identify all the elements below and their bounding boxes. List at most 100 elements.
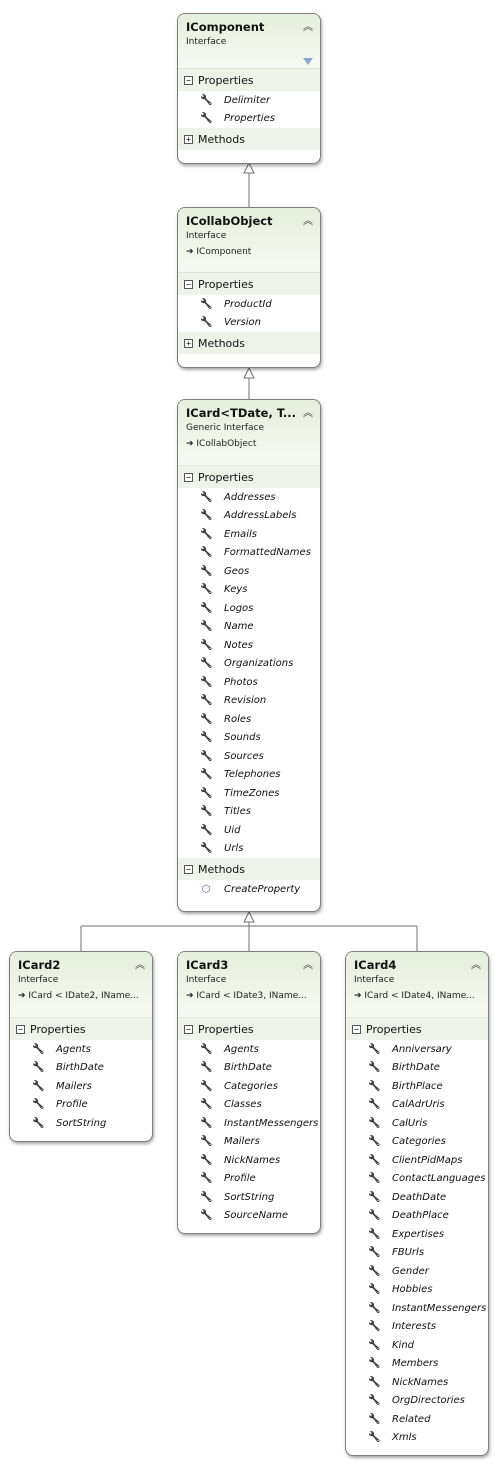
member-item[interactable]: 🔧 Addresses <box>178 488 320 507</box>
member-item[interactable]: 🔧 NickNames <box>178 1151 320 1170</box>
member-item[interactable]: 🔧 BirthDate <box>10 1059 152 1078</box>
member-item[interactable]: 🔧 BirthPlace <box>346 1077 488 1096</box>
member-item[interactable]: 🔧 Logos <box>178 599 320 618</box>
member-item[interactable]: 🔧 Members <box>346 1355 488 1374</box>
member-item[interactable]: 🔧 InstantMessengers <box>346 1299 488 1318</box>
member-item[interactable]: 🔧 TimeZones <box>178 784 320 803</box>
collapse-chevron-icon[interactable]: ︽ <box>303 212 313 227</box>
member-item[interactable]: 🔧 AddressLabels <box>178 507 320 526</box>
member-item[interactable]: 🔧 Uid <box>178 821 320 840</box>
member-item[interactable]: 🔧 Expertises <box>346 1225 488 1244</box>
member-item[interactable]: 🔧 ContactLanguages <box>346 1170 488 1189</box>
member-item[interactable]: 🔧 SourceName <box>178 1207 320 1226</box>
member-item[interactable]: 🔧 Revision <box>178 692 320 711</box>
member-item[interactable]: 🔧 Telephones <box>178 766 320 785</box>
member-name: NickNames <box>224 1154 281 1166</box>
member-item[interactable]: 🔧 Photos <box>178 673 320 692</box>
collapse-toggle-icon[interactable]: − <box>352 1024 361 1034</box>
collapse-toggle-icon[interactable]: − <box>184 279 193 289</box>
member-item[interactable]: 🔧 Urls <box>178 840 320 859</box>
section-properties[interactable]: − Properties <box>178 69 320 91</box>
member-item[interactable]: 🔧 CalUris <box>346 1114 488 1133</box>
member-item[interactable]: 🔧 Categories <box>178 1077 320 1096</box>
member-item[interactable]: 🔧 Name <box>178 618 320 637</box>
member-item[interactable]: 🔧 SortString <box>10 1114 152 1133</box>
member-item[interactable]: 🔧 SortString <box>178 1188 320 1207</box>
collapse-chevron-icon[interactable]: ︽ <box>303 956 313 971</box>
member-item[interactable]: 🔧 InstantMessengers <box>178 1114 320 1133</box>
member-item[interactable]: 🔧 Categories <box>346 1133 488 1152</box>
member-item[interactable]: 🔧 BirthDate <box>178 1059 320 1078</box>
member-item[interactable]: 🔧 Titles <box>178 803 320 822</box>
member-item[interactable]: 🔧 Version <box>178 314 320 333</box>
member-item[interactable]: 🔧 Keys <box>178 581 320 600</box>
member-item[interactable]: 🔧 Profile <box>178 1170 320 1189</box>
member-item[interactable]: 🔧 Interests <box>346 1318 488 1337</box>
box-header[interactable]: ICard4 Interface ➔ ICard < IDate4, IName..… <box>346 952 488 1018</box>
box-title: ICard<TDate, T... <box>186 406 297 420</box>
box-header[interactable]: ICard2 Interface ➔ ICard < IDate2, IName..… <box>10 952 152 1018</box>
member-name: SortString <box>56 1117 107 1129</box>
member-item[interactable]: 🔧 Anniversary <box>346 1040 488 1059</box>
collapse-toggle-icon[interactable]: − <box>184 864 193 874</box>
member-item[interactable]: 🔧 Organizations <box>178 655 320 674</box>
collapse-chevron-icon[interactable]: ︽ <box>303 18 313 33</box>
collapse-toggle-icon[interactable]: − <box>184 472 193 482</box>
member-item[interactable]: 🔧 Notes <box>178 636 320 655</box>
collapse-chevron-icon[interactable]: ︽ <box>135 956 145 971</box>
member-item[interactable]: 🔧 CalAdrUris <box>346 1096 488 1115</box>
section-properties[interactable]: − Properties <box>346 1018 488 1040</box>
member-item[interactable]: 🔧 Gender <box>346 1262 488 1281</box>
member-item[interactable]: 🔧 Mailers <box>178 1133 320 1152</box>
section-methods[interactable]: + Methods <box>178 332 320 354</box>
filter-icon[interactable] <box>303 58 313 65</box>
member-item[interactable]: 🔧 Sources <box>178 747 320 766</box>
expand-toggle-icon[interactable]: + <box>184 134 193 144</box>
member-item[interactable]: 🔧 ClientPidMaps <box>346 1151 488 1170</box>
box-header[interactable]: ICard3 Interface ➔ ICard < IDate3, IName..… <box>178 952 320 1018</box>
member-item[interactable]: 🔧 Kind <box>346 1336 488 1355</box>
wrench-icon: 🔧 <box>200 695 213 707</box>
member-item[interactable]: 🔧 Xmls <box>346 1429 488 1448</box>
wrench-icon: 🔧 <box>200 806 213 818</box>
member-item[interactable]: 🔧 Geos <box>178 562 320 581</box>
section-methods[interactable]: − Methods <box>178 858 320 880</box>
member-item[interactable]: 🔧 FBUrls <box>346 1244 488 1263</box>
section-properties[interactable]: − Properties <box>10 1018 152 1040</box>
section-properties[interactable]: − Properties <box>178 273 320 295</box>
box-header[interactable]: ICard<TDate, T... Generic Interface ➔ ICol… <box>178 400 320 466</box>
box-header[interactable]: IComponent Interface ︽ <box>178 14 320 69</box>
member-name: Logos <box>224 602 254 614</box>
member-item[interactable]: 🔧 Classes <box>178 1096 320 1115</box>
member-item[interactable]: 🔧 Related <box>346 1410 488 1429</box>
collapse-chevron-icon[interactable]: ︽ <box>303 404 313 419</box>
member-item[interactable]: 🔧 OrgDirectories <box>346 1392 488 1411</box>
member-item[interactable]: 🔧 Hobbies <box>346 1281 488 1300</box>
member-item[interactable]: 🔧 Profile <box>10 1096 152 1115</box>
member-item[interactable]: 🔧 Mailers <box>10 1077 152 1096</box>
collapse-toggle-icon[interactable]: − <box>184 75 193 85</box>
wrench-icon: 🔧 <box>200 510 213 522</box>
member-item[interactable]: 🔧 Sounds <box>178 729 320 748</box>
section-properties[interactable]: − Properties <box>178 1018 320 1040</box>
member-item[interactable]: 🔧 Delimiter <box>178 91 320 110</box>
member-item[interactable]: 🔧 DeathDate <box>346 1188 488 1207</box>
collapse-chevron-icon[interactable]: ︽ <box>471 956 481 971</box>
member-item[interactable]: 🔧 DeathPlace <box>346 1207 488 1226</box>
member-item[interactable]: ⬡ CreateProperty <box>178 880 320 899</box>
section-properties[interactable]: − Properties <box>178 466 320 488</box>
member-item[interactable]: 🔧 Agents <box>10 1040 152 1059</box>
collapse-toggle-icon[interactable]: − <box>184 1024 193 1034</box>
collapse-toggle-icon[interactable]: − <box>16 1024 25 1034</box>
member-item[interactable]: 🔧 FormattedNames <box>178 544 320 563</box>
expand-toggle-icon[interactable]: + <box>184 338 193 348</box>
member-item[interactable]: 🔧 NickNames <box>346 1373 488 1392</box>
box-header[interactable]: ICollabObject Interface ➔ IComponent ︽ <box>178 208 320 273</box>
member-item[interactable]: 🔧 BirthDate <box>346 1059 488 1078</box>
member-item[interactable]: 🔧 Properties <box>178 110 320 129</box>
member-item[interactable]: 🔧 Agents <box>178 1040 320 1059</box>
member-item[interactable]: 🔧 Roles <box>178 710 320 729</box>
member-item[interactable]: 🔧 Emails <box>178 525 320 544</box>
member-item[interactable]: 🔧 ProductId <box>178 295 320 314</box>
section-methods[interactable]: + Methods <box>178 128 320 150</box>
